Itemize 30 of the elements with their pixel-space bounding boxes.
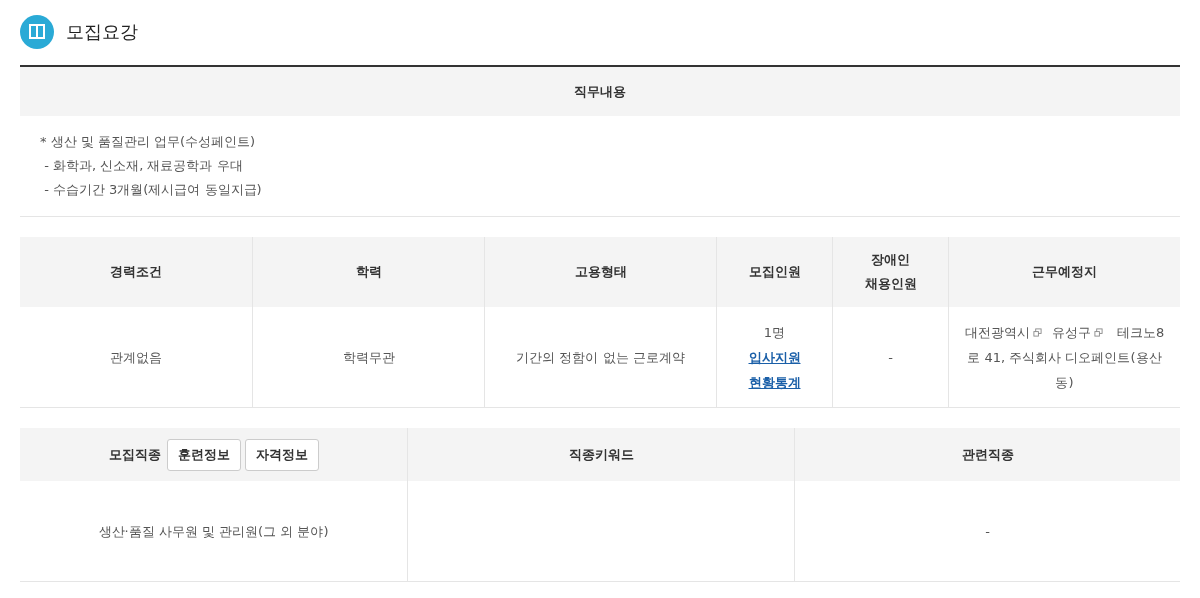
table-cell-text: - (985, 522, 990, 541)
external-link-icon (1093, 327, 1103, 337)
column-header: 직종키워드 (568, 445, 634, 464)
column-header: 근무예정지 (1032, 263, 1097, 281)
external-link-icon (1032, 327, 1042, 337)
column-header: 고용형태 (574, 263, 627, 281)
info-button[interactable]: 훈련정보 (166, 438, 241, 471)
description-line: - 수습기간 3개월(제시급여 동일지급) (43, 181, 263, 199)
column-header: 장애인 채용인원 (864, 251, 917, 293)
column-header: 직무내용 (574, 82, 626, 101)
table-cell-text: 생산·품질 사무원 및 관리원(그 외 분야) (98, 522, 329, 541)
region-link[interactable]: 대전광역시 (964, 324, 1030, 340)
table-cell-text: 학력무관 (342, 348, 395, 367)
column-header: 경력조건 (110, 263, 162, 281)
column-header: 모집인원 (748, 263, 801, 281)
book-icon (20, 15, 54, 49)
description-line: * 생산 및 품질관리 업무(수성페인트) (40, 133, 257, 151)
address-text: 대전광역시 유성구 테크노8로 41, 주식회사 디오페인트(용산동) (963, 323, 1166, 392)
table-cell-text: 관계없음 (110, 348, 162, 367)
column-header: 학력 (355, 263, 382, 281)
info-button[interactable]: 자격정보 (244, 438, 319, 471)
column-header: 모집직종 (108, 445, 161, 464)
region-link[interactable]: 유성구 (1051, 324, 1091, 340)
column-header: 관련직종 (961, 445, 1014, 464)
table-cell-text: 기간의 정함이 없는 근로계약 (516, 348, 685, 367)
table-cell-text: - (888, 348, 893, 367)
section-title: 모집요강 (66, 20, 138, 44)
statistics-link[interactable]: 입사지원 현황통계 (748, 344, 801, 395)
table-cell-text: 1명 (763, 323, 786, 342)
description-line: - 화학과, 신소재, 재료공학과 우대 (43, 157, 244, 175)
